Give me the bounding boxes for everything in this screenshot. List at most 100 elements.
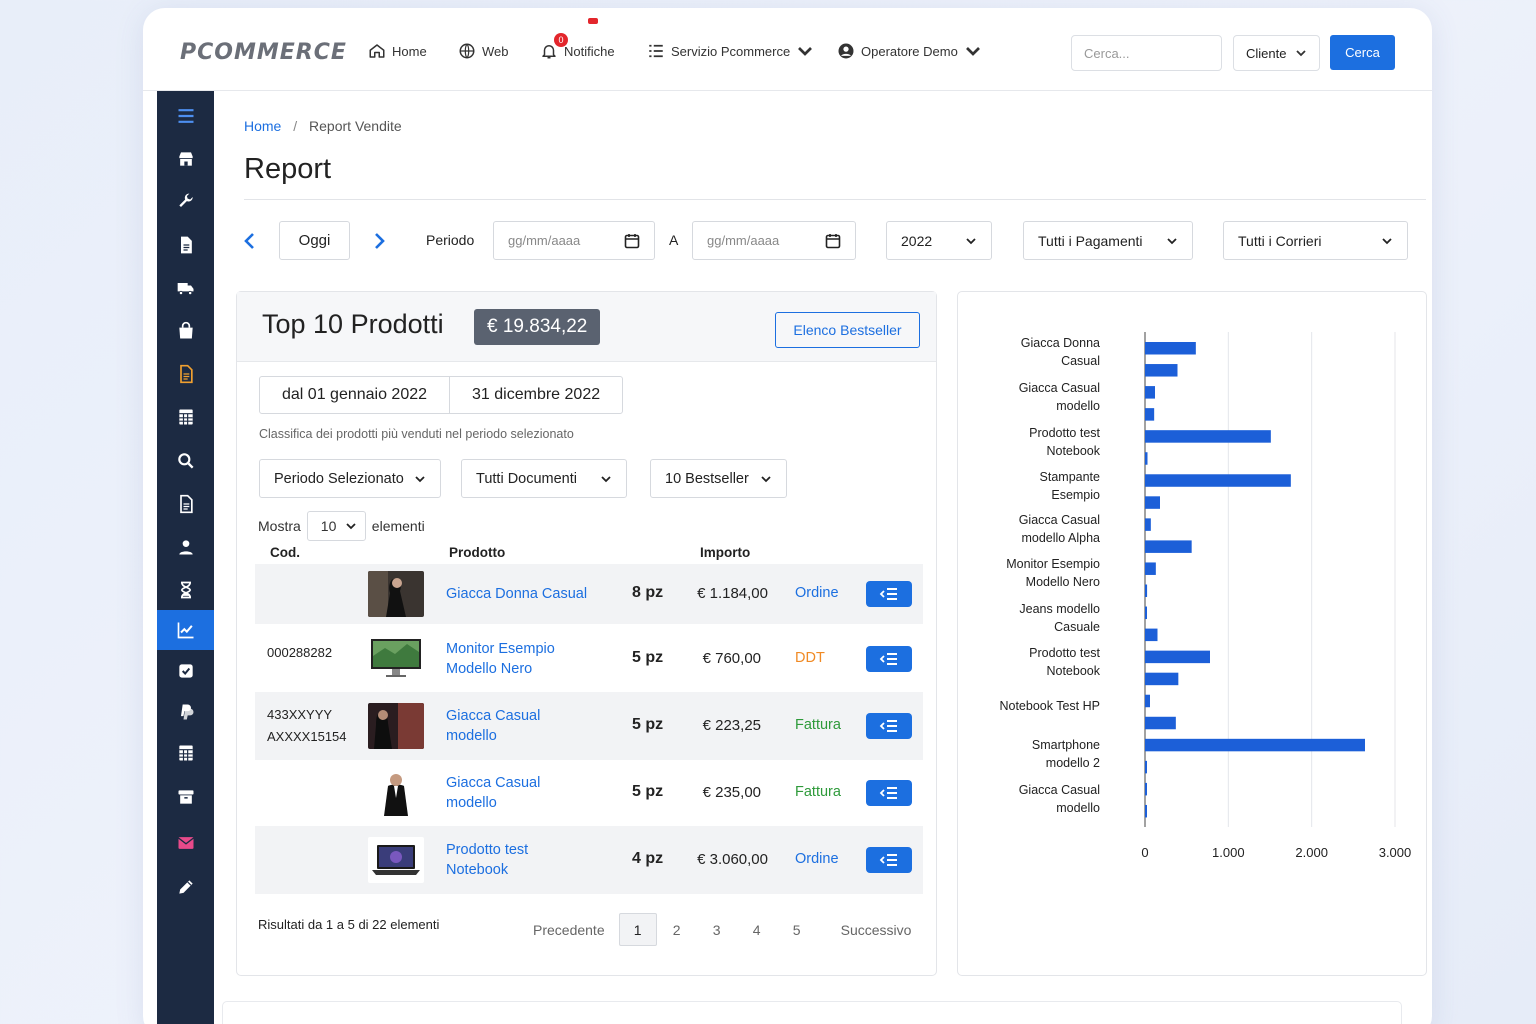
product-name-link[interactable]: Prodotto test Notebook	[446, 840, 528, 880]
total-badge: € 19.834,22	[474, 309, 601, 345]
product-name-link[interactable]: Monitor Esempio Modello Nero	[446, 639, 555, 679]
sidebar-item-menu[interactable]	[157, 96, 214, 136]
product-thumbnail[interactable]	[368, 770, 424, 816]
breadcrumb-separator: /	[293, 118, 298, 134]
category-label: modello Alpha	[1021, 531, 1100, 545]
chevron-left-icon[interactable]	[241, 231, 259, 251]
row-detail-button[interactable]	[866, 581, 912, 607]
divider	[244, 199, 1426, 200]
breadcrumb-home[interactable]: Home	[244, 118, 281, 134]
product-name-link[interactable]: Giacca Casual modello	[446, 773, 540, 813]
sidebar-item-user[interactable]	[157, 527, 214, 567]
cliente-select[interactable]: Cliente	[1233, 35, 1320, 71]
app-window: PCOMMERCE Home Web 0 Notifiche Servizio …	[143, 8, 1432, 1024]
sidebar-item-archive[interactable]	[157, 777, 214, 817]
search-input[interactable]: Cerca...	[1071, 35, 1222, 71]
pagination-page[interactable]: 5	[777, 922, 817, 938]
sidebar-item-search[interactable]	[157, 441, 214, 481]
bestseller-list-button[interactable]: Elenco Bestseller	[775, 312, 920, 348]
show-label: Mostra	[258, 518, 301, 534]
row-detail-button[interactable]	[866, 780, 912, 806]
couriers-select[interactable]: Tutti i Corrieri	[1223, 221, 1408, 260]
main-content: Home / Report Vendite Report Oggi Period…	[214, 91, 1432, 1024]
sidebar-item-invoice[interactable]	[157, 354, 214, 394]
sidebar-item-shopping-bag[interactable]	[157, 311, 214, 351]
table-row: Giacca Donna Casual 8 pz € 1.184,00 Ordine	[255, 564, 923, 624]
nav-service-label: Servizio Pcommerce	[671, 43, 791, 59]
pagination-page[interactable]: 3	[697, 922, 737, 938]
product-thumbnail[interactable]	[368, 571, 424, 617]
sidebar-item-document[interactable]	[157, 225, 214, 265]
sidebar-item-hourglass[interactable]	[157, 570, 214, 610]
period-label: Periodo	[426, 232, 475, 248]
chevron-right-icon[interactable]	[370, 231, 388, 251]
product-thumbnail[interactable]	[368, 703, 424, 749]
nav-user-label: Operatore Demo	[861, 43, 958, 59]
period-select[interactable]: Periodo Selezionato	[259, 459, 441, 498]
search-button[interactable]: Cerca	[1330, 35, 1395, 70]
sidebar-item-mail[interactable]	[157, 823, 214, 863]
bar	[1145, 342, 1196, 355]
notification-count-badge: 0	[554, 33, 568, 47]
sidebar-item-wrench[interactable]	[157, 182, 214, 222]
product-thumbnail[interactable]	[368, 636, 424, 682]
sidebar-item-check-square[interactable]	[157, 651, 214, 691]
bar	[1145, 672, 1179, 686]
year-select[interactable]: 2022	[886, 221, 992, 260]
chevron-down-icon	[601, 475, 611, 482]
nav-home[interactable]: Home	[368, 42, 427, 60]
documents-select[interactable]: Tutti Documenti	[461, 459, 627, 498]
bar	[1145, 804, 1147, 818]
calendar-icon[interactable]	[624, 233, 640, 249]
bar	[1145, 364, 1178, 377]
sidebar-item-calculator[interactable]	[157, 733, 214, 773]
nav-notifications[interactable]: 0 Notifiche	[540, 33, 615, 60]
documents-select-value: Tutti Documenti	[476, 470, 577, 487]
payments-select[interactable]: Tutti i Pagamenti	[1023, 221, 1193, 260]
sidebar-item-store[interactable]	[157, 139, 214, 179]
chevron-down-icon	[761, 475, 771, 482]
sidebar-item-file-text[interactable]	[157, 484, 214, 524]
x-tick-label: 3.000	[1379, 845, 1412, 860]
nav-service-menu[interactable]: Servizio Pcommerce	[647, 42, 814, 60]
pagination-page[interactable]: 1	[618, 913, 657, 946]
list-indent-icon	[879, 653, 897, 665]
to-label: A	[669, 232, 679, 248]
brand-logo[interactable]: PCOMMERCE	[180, 40, 347, 65]
product-thumbnail[interactable]	[368, 837, 424, 883]
sidebar-item-paypal[interactable]	[157, 692, 214, 732]
sidebar-item-chart-line[interactable]	[157, 610, 214, 650]
pencil-icon	[178, 880, 193, 894]
pagination-next[interactable]: Successivo	[841, 922, 912, 938]
chevron-down-icon	[1167, 237, 1177, 244]
product-name-line: Giacca Casual	[446, 775, 541, 791]
sidebar-item-calculator[interactable]	[157, 397, 214, 437]
nav-user-menu[interactable]: Operatore Demo	[837, 42, 982, 60]
product-quantity: 8 pz	[632, 584, 664, 601]
bar	[1145, 452, 1148, 465]
page-size-select[interactable]: 10	[306, 511, 366, 541]
row-detail-button[interactable]	[866, 713, 912, 739]
today-button[interactable]: Oggi	[279, 221, 350, 260]
row-detail-button[interactable]	[866, 847, 912, 873]
sidebar-item-pencil[interactable]	[157, 867, 214, 907]
pagination-previous[interactable]: Precedente	[533, 922, 605, 938]
category-label: modello 2	[1046, 756, 1100, 770]
date-from-input[interactable]: gg/mm/aaaa	[493, 221, 655, 260]
product-name-link[interactable]: Giacca Casual modello	[446, 706, 540, 746]
pagination-page[interactable]: 2	[657, 922, 697, 938]
bottom-card	[222, 1001, 1402, 1024]
nav-web[interactable]: Web	[458, 42, 509, 60]
date-to-input[interactable]: gg/mm/aaaa	[692, 221, 856, 260]
bar	[1145, 496, 1160, 509]
page-title: Report	[244, 153, 332, 185]
nav-web-label: Web	[482, 43, 509, 59]
product-name-link[interactable]: Giacca Donna Casual	[446, 584, 587, 604]
bestseller-count-select[interactable]: 10 Bestseller	[650, 459, 787, 498]
sidebar-item-truck[interactable]	[157, 268, 214, 308]
row-detail-button[interactable]	[866, 646, 912, 672]
page-size-control: Mostra 10 elementi	[258, 511, 425, 541]
product-name-line: Prodotto test	[446, 842, 529, 858]
pagination-page[interactable]: 4	[737, 922, 777, 938]
calendar-icon[interactable]	[825, 233, 841, 249]
